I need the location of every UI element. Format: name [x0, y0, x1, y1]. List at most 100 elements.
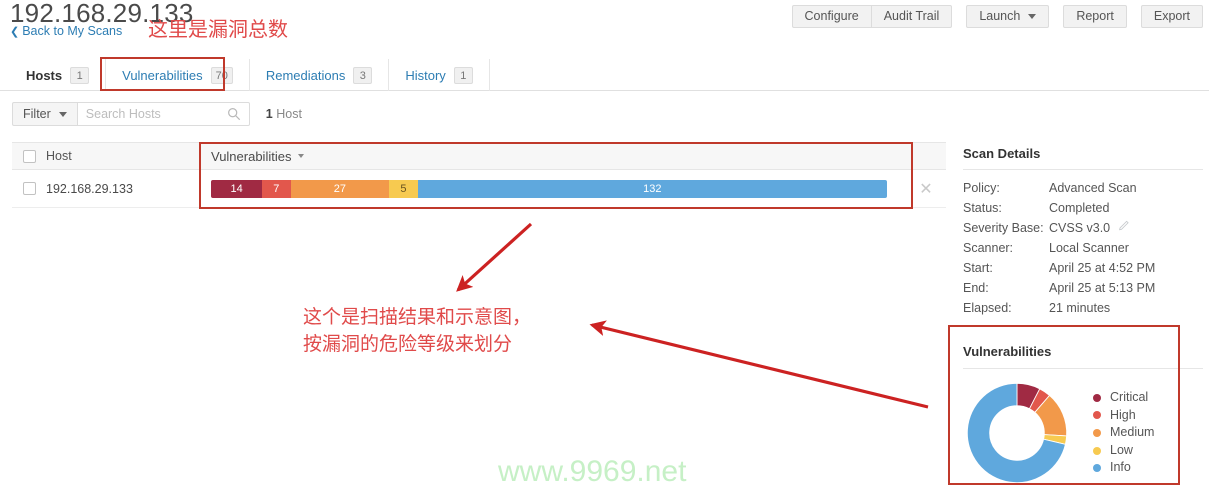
remove-row-button[interactable]: ✕ — [906, 179, 946, 199]
detail-row-elapsed: Elapsed: 21 minutes — [963, 298, 1203, 318]
legend-item-info[interactable]: Info — [1093, 459, 1154, 477]
back-link-label: Back to My Scans — [22, 24, 123, 38]
header-actions: Configure Audit Trail Launch Report Expo… — [791, 5, 1203, 28]
row-select-cell — [12, 182, 46, 195]
watermark: www.9969.net — [498, 455, 687, 488]
tab-hosts[interactable]: Hosts 1 — [10, 59, 107, 91]
vulnerabilities-chart-title: Vulnerabilities — [963, 344, 1203, 369]
vulnerabilities-chart-panel: Vulnerabilities Critical High Medium Low Inf… — [963, 344, 1203, 487]
legend-label-medium: Medium — [1110, 425, 1155, 440]
chevron-left-icon: ❮ — [10, 26, 20, 38]
detail-row-end: End: April 25 at 5:13 PM — [963, 278, 1203, 298]
row-vulnerabilities-cell: 14 7 27 5 132 — [199, 179, 906, 198]
column-header-vulnerabilities[interactable]: Vulnerabilities — [199, 149, 906, 164]
arrow-from-donut-chart — [589, 320, 929, 409]
legend-label-info: Info — [1110, 460, 1131, 475]
chevron-down-icon — [58, 112, 67, 118]
legend-swatch-low-icon — [1093, 446, 1101, 455]
host-count-number: 1 — [265, 107, 273, 121]
filter-bar: Filter 1 Host — [12, 102, 302, 126]
severity-segment-critical[interactable]: 14 — [211, 179, 263, 198]
column-header-host[interactable]: Host — [46, 149, 199, 163]
tab-vulnerabilities[interactable]: Vulnerabilities 70 — [106, 59, 250, 91]
detail-value-status: Completed — [1049, 201, 1110, 215]
table-row[interactable]: 192.168.29.133 14 7 27 5 132 ✕ — [12, 170, 946, 208]
column-header-vulnerabilities-label: Vulnerabilities — [211, 148, 292, 164]
chevron-down-icon — [1028, 14, 1037, 20]
detail-value-end: April 25 at 5:13 PM — [1049, 281, 1156, 295]
scan-details-list: Policy: Advanced Scan Status: Completed … — [963, 178, 1203, 318]
tabs-bar: Hosts 1 Vulnerabilities 70 Remediations … — [0, 58, 1209, 91]
legend-item-low[interactable]: Low — [1093, 442, 1154, 460]
pencil-edit-icon[interactable] — [1118, 218, 1131, 231]
detail-label-end: End: — [963, 281, 989, 295]
detail-value-scanner: Local Scanner — [1049, 241, 1129, 255]
tab-history-label: History — [405, 67, 446, 83]
tab-remediations[interactable]: Remediations 3 — [250, 59, 390, 91]
export-button[interactable]: Export — [1140, 5, 1203, 28]
host-count: 1 Host — [266, 107, 302, 121]
scan-details-panel: Scan Details Policy: Advanced Scan Statu… — [963, 146, 1203, 318]
detail-value-severity-base: CVSS v3.0 — [1049, 221, 1111, 235]
legend-swatch-medium-icon — [1093, 429, 1101, 437]
configure-button[interactable]: Configure — [791, 5, 871, 28]
severity-distribution-bar[interactable]: 14 7 27 5 132 — [211, 179, 887, 198]
detail-value-policy: Advanced Scan — [1049, 181, 1137, 195]
detail-row-status: Status: Completed — [963, 198, 1203, 218]
table-header-row: Host Vulnerabilities — [12, 142, 946, 170]
severity-segment-high[interactable]: 7 — [262, 179, 291, 198]
detail-value-start: April 25 at 4:52 PM — [1049, 261, 1156, 275]
row-checkbox[interactable] — [22, 182, 36, 195]
severity-segment-medium[interactable]: 27 — [290, 179, 390, 198]
select-all-checkbox[interactable] — [22, 149, 36, 163]
annotation-scan-results-line2: 按漏洞的危险等级来划分 — [303, 334, 513, 355]
legend-label-high: High — [1110, 407, 1136, 422]
severity-legend: Critical High Medium Low Info — [1093, 389, 1154, 477]
detail-row-severity-base: Severity Base: CVSS v3.0 — [963, 218, 1203, 238]
detail-label-policy: Policy: — [963, 181, 1000, 195]
legend-label-low: Low — [1110, 442, 1133, 457]
annotation-total-vulnerabilities: 这里是漏洞总数 — [148, 19, 288, 41]
filter-button-label: Filter — [23, 107, 51, 121]
legend-swatch-critical-icon — [1093, 393, 1101, 402]
launch-button-label: Launch — [979, 9, 1021, 23]
audit-trail-button[interactable]: Audit Trail — [870, 5, 953, 28]
host-count-label: Host — [276, 107, 302, 121]
tab-history[interactable]: History 1 — [389, 59, 490, 91]
launch-button[interactable]: Launch — [966, 5, 1050, 28]
tab-vulnerabilities-count: 70 — [210, 66, 233, 84]
search-hosts-wrapper — [77, 102, 250, 126]
arrow-to-severity-bar — [456, 222, 533, 292]
legend-item-high[interactable]: High — [1093, 407, 1154, 425]
tab-history-count: 1 — [453, 66, 473, 84]
tab-hosts-count: 1 — [70, 66, 90, 84]
detail-row-start: Start: April 25 at 4:52 PM — [963, 258, 1203, 278]
legend-swatch-high-icon — [1093, 411, 1101, 420]
legend-item-critical[interactable]: Critical — [1093, 389, 1154, 407]
detail-label-severity-base: Severity Base: — [963, 221, 1044, 235]
report-button[interactable]: Report — [1063, 5, 1127, 28]
select-all-cell — [12, 149, 46, 163]
detail-row-scanner: Scanner: Local Scanner — [963, 238, 1203, 258]
detail-label-scanner: Scanner: — [963, 241, 1014, 255]
tab-remediations-label: Remediations — [265, 67, 346, 83]
annotation-scan-results-line1: 这个是扫描结果和示意图， — [303, 307, 532, 328]
vulnerabilities-chart-area: Critical High Medium Low Info — [963, 379, 1203, 487]
search-icon[interactable] — [227, 107, 241, 121]
row-host-address[interactable]: 192.168.29.133 — [46, 182, 199, 196]
legend-item-medium[interactable]: Medium — [1093, 424, 1154, 442]
tabs: Hosts 1 Vulnerabilities 70 Remediations … — [0, 58, 1209, 91]
back-to-my-scans-link[interactable]: ❮ Back to My Scans — [10, 24, 122, 38]
severity-segment-low[interactable]: 5 — [389, 179, 418, 198]
legend-label-critical: Critical — [1110, 390, 1149, 405]
tab-remediations-count: 3 — [353, 66, 373, 84]
legend-swatch-info-icon — [1093, 464, 1101, 473]
severity-segment-info[interactable]: 132 — [417, 179, 887, 198]
configure-audit-button-group: Configure Audit Trail — [791, 5, 953, 28]
severity-donut-chart[interactable] — [963, 379, 1071, 487]
scan-details-title: Scan Details — [963, 146, 1203, 170]
filter-dropdown-button[interactable]: Filter — [12, 102, 78, 126]
search-hosts-input[interactable] — [77, 103, 218, 125]
detail-label-start: Start: — [963, 261, 993, 275]
detail-label-elapsed: Elapsed: — [963, 301, 1012, 315]
